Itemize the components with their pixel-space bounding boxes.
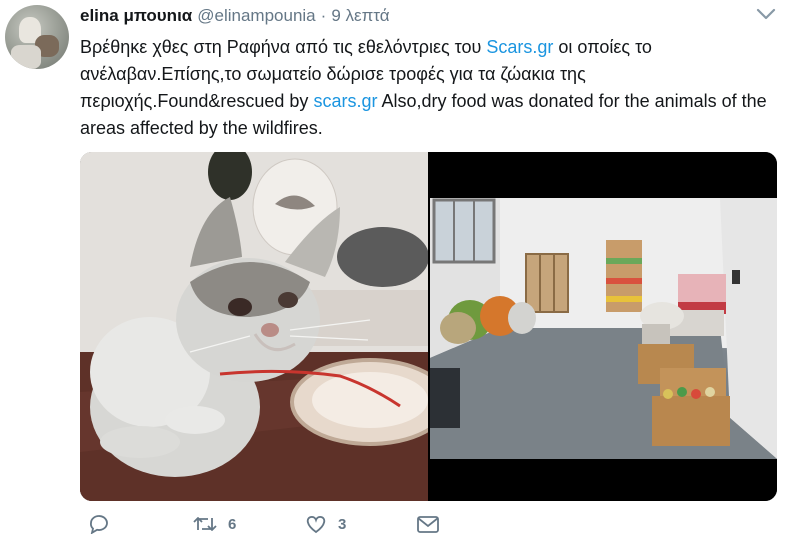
envelope-icon	[417, 516, 439, 533]
user-handle[interactable]: @elinampounia	[197, 6, 315, 26]
tweet-text-segment: Βρέθηκε χθες στη Ραφήνα από τις εθελόντρ…	[80, 37, 487, 57]
retweet-count: 6	[228, 515, 237, 533]
chevron-down-icon[interactable]	[756, 7, 776, 21]
direct-message-button[interactable]	[416, 514, 440, 534]
tweet-link[interactable]: Scars.gr	[486, 37, 553, 57]
tweet-actions: 6 3	[80, 514, 780, 538]
tweet-header: elina μπουnια @elinampounia · 9 λεπτά	[80, 6, 390, 28]
retweet-button[interactable]: 6	[192, 514, 236, 534]
heart-icon	[306, 516, 326, 534]
like-button[interactable]: 3	[304, 514, 346, 534]
tweet-text: Βρέθηκε χθες στη Ραφήνα από τις εθελόντρ…	[80, 34, 780, 142]
like-count: 3	[338, 515, 347, 533]
kitten-photo[interactable]	[80, 152, 428, 501]
tweet-media	[80, 152, 777, 501]
donated-food-photo[interactable]	[430, 152, 777, 501]
separator-dot: ·	[320, 6, 327, 25]
reply-icon	[90, 515, 108, 534]
retweet-icon	[193, 517, 217, 531]
reply-button[interactable]	[88, 514, 120, 534]
display-name[interactable]: elina μπουnια	[80, 6, 192, 26]
tweet-link[interactable]: scars.gr	[313, 91, 377, 111]
avatar[interactable]	[5, 5, 69, 69]
tweet-timestamp[interactable]: 9 λεπτά	[331, 6, 389, 26]
